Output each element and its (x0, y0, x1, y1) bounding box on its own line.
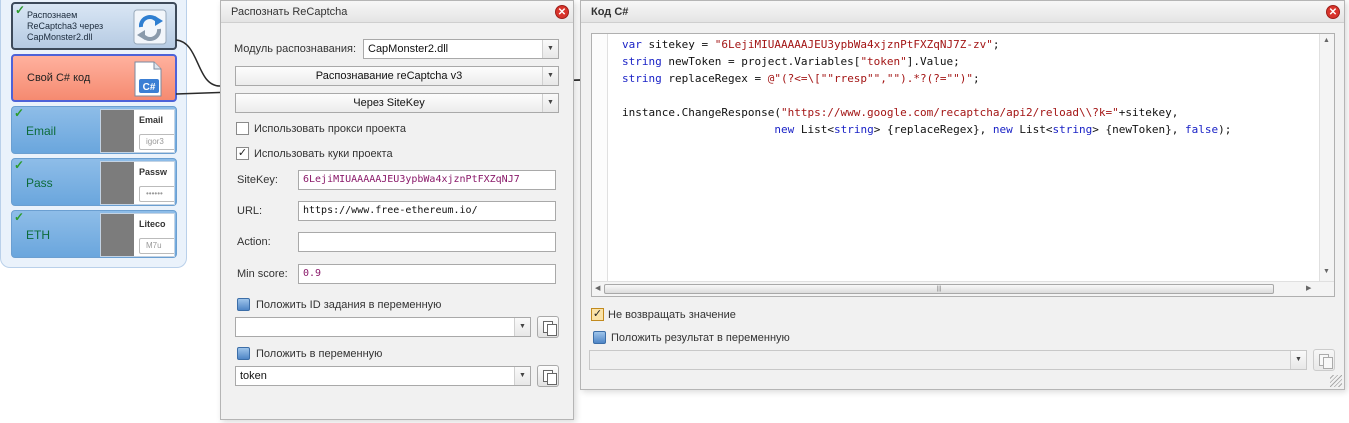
method-select[interactable]: Через SiteKey ▼ (235, 93, 559, 113)
chevron-down-icon[interactable]: ▼ (542, 67, 558, 85)
code-line: new List<string> {replaceRegex}, new Lis… (774, 123, 1232, 136)
code-editor[interactable]: var sitekey = "6LejiMIUAAAAAJEU3ypbWa4xj… (591, 33, 1335, 297)
success-check-icon: ✓ (14, 158, 25, 172)
node-pass-label: Pass (26, 176, 53, 190)
code-text[interactable]: var sitekey = "6LejiMIUAAAAAJEU3ypbWa4xj… (622, 36, 1231, 138)
sitekey-label: SiteKey: (237, 174, 278, 186)
node-eth-thumbnail: Liteco M7u (100, 213, 175, 257)
min-score-label: Min score: (237, 268, 288, 280)
thumb-input: •••••• (139, 186, 174, 202)
task-id-var-label: Положить ID задания в переменную (256, 299, 442, 311)
chevron-down-icon[interactable]: ▼ (1290, 351, 1306, 369)
node-pass[interactable]: ✓ Pass Passw •••••• (11, 158, 177, 206)
recognition-mode-select[interactable]: Распознавание reCaptcha v3 ▼ (235, 66, 559, 86)
editor-gutter (592, 34, 608, 282)
success-check-icon: ✓ (14, 210, 25, 224)
horizontal-scrollbar[interactable]: ◀ ||| ▶ (592, 281, 1334, 296)
url-input[interactable]: https://www.free-ethereum.io/ (298, 201, 556, 221)
dialog-title: Распознать ReCaptcha (231, 6, 348, 18)
resize-grip-icon[interactable] (1330, 375, 1342, 387)
module-select-value: CapMonster2.dll (368, 43, 449, 55)
chevron-down-icon[interactable]: ▼ (542, 40, 558, 58)
put-result-label: Положить результат в переменную (611, 332, 790, 344)
code-line: string replaceRegex = @"(?<=\[""rresp"",… (622, 72, 980, 85)
result-var-select[interactable]: ▼ (589, 350, 1307, 370)
node-eth[interactable]: ✓ ETH Liteco M7u (11, 210, 177, 258)
code-line: string newToken = project.Variables["tok… (622, 55, 960, 68)
use-proxy-checkbox[interactable] (236, 122, 249, 135)
chevron-down-icon[interactable]: ▼ (514, 367, 530, 385)
url-label: URL: (237, 205, 263, 217)
action-label: Action: (237, 236, 271, 248)
variable-icon (593, 331, 606, 344)
vertical-scrollbar[interactable]: ▲ ▼ (1319, 34, 1334, 282)
scroll-right-icon[interactable]: ▶ (1306, 284, 1311, 292)
method-select-value: Через SiteKey (353, 97, 425, 109)
close-icon[interactable]: ✕ (555, 5, 569, 19)
use-cookies-label: Использовать куки проекта (254, 148, 393, 160)
variable-icon (237, 347, 250, 360)
dialog-title: Код C# (591, 6, 629, 18)
recognition-mode-value: Распознавание reCaptcha v3 (315, 70, 463, 82)
dialog-title-bar: Распознать ReCaptcha ✕ (221, 1, 573, 23)
thumb-title: Passw (139, 167, 168, 177)
thumb-input: M7u (139, 238, 174, 254)
scroll-left-icon[interactable]: ◀ (595, 284, 600, 292)
copy-icon[interactable] (537, 316, 559, 338)
recaptcha-settings-dialog: Распознать ReCaptcha ✕ Модуль распознава… (220, 0, 574, 420)
module-label: Модуль распознавания: (234, 43, 357, 55)
put-var-value: token (240, 370, 267, 382)
node-pass-thumbnail: Passw •••••• (100, 161, 175, 205)
min-score-input[interactable]: 0.9 (298, 264, 556, 284)
scroll-thumb[interactable]: ||| (604, 284, 1274, 294)
code-line: instance.ChangeResponse("https://www.goo… (622, 106, 1179, 119)
copy-icon[interactable] (1313, 349, 1335, 371)
node-email-label: Email (26, 124, 57, 138)
no-return-checkbox[interactable]: ✓ (591, 308, 604, 321)
chevron-down-icon[interactable]: ▼ (542, 94, 558, 112)
scroll-down-icon[interactable]: ▼ (1323, 268, 1330, 275)
thumb-input: igor3 (139, 134, 174, 150)
put-var-select[interactable]: token ▼ (235, 366, 531, 386)
dialog-title-bar: Код C# ✕ (581, 1, 1344, 23)
use-cookies-checkbox[interactable]: ✓ (236, 147, 249, 160)
use-proxy-label: Использовать прокси проекта (254, 123, 406, 135)
sitekey-input[interactable]: 6LejiMIUAAAAAJEU3ypbWa4xjznPtFXZqNJ7 (298, 170, 556, 190)
module-select[interactable]: CapMonster2.dll ▼ (363, 39, 559, 59)
scroll-up-icon[interactable]: ▲ (1323, 37, 1330, 44)
no-return-label: Не возвращать значение (608, 309, 736, 321)
task-id-var-select[interactable]: ▼ (235, 317, 531, 337)
close-icon[interactable]: ✕ (1326, 5, 1340, 19)
copy-icon[interactable] (537, 365, 559, 387)
chevron-down-icon[interactable]: ▼ (514, 318, 530, 336)
action-input[interactable] (298, 232, 556, 252)
variable-icon (237, 298, 250, 311)
node-eth-label: ETH (26, 228, 50, 242)
csharp-code-dialog: Код C# ✕ var sitekey = "6LejiMIUAAAAAJEU… (580, 0, 1345, 390)
put-var-label: Положить в переменную (256, 348, 383, 360)
code-line: var sitekey = "6LejiMIUAAAAAJEU3ypbWa4xj… (622, 38, 1000, 51)
thumb-title: Liteco (139, 219, 166, 229)
